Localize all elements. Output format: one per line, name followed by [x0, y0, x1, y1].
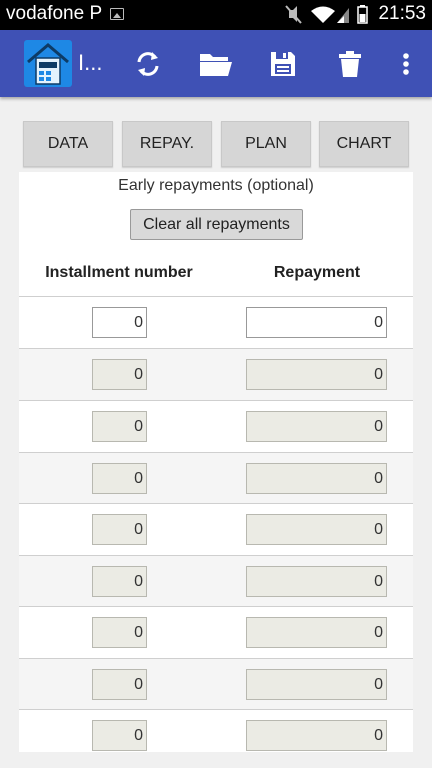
installment-input: 0	[92, 720, 147, 751]
installment-input: 0	[92, 359, 147, 390]
repayment-input: 0	[246, 411, 387, 442]
app-title: I...	[78, 50, 103, 75]
installment-input: 0	[92, 463, 147, 494]
table-row: 0 0	[19, 658, 413, 710]
mute-icon	[285, 5, 302, 24]
repayment-input: 0	[246, 617, 387, 648]
more-options-button[interactable]	[386, 44, 426, 84]
installment-input[interactable]: 0	[92, 307, 147, 338]
delete-button[interactable]	[330, 44, 370, 84]
repayment-input: 0	[246, 669, 387, 700]
repayment-header: Repayment	[273, 264, 361, 281]
installment-input: 0	[92, 669, 147, 700]
installment-input: 0	[92, 617, 147, 648]
tab-chart[interactable]: CHART	[319, 121, 409, 167]
save-button[interactable]	[263, 44, 303, 84]
tab-data[interactable]: DATA	[23, 121, 113, 167]
table-row: 0 0	[19, 400, 413, 452]
clear-all-repayments-button[interactable]: Clear all repayments	[130, 209, 303, 240]
clock: 21:53	[378, 3, 426, 24]
refresh-button[interactable]	[128, 44, 168, 84]
trash-icon	[339, 51, 361, 77]
table-row: 0 0	[19, 709, 413, 752]
open-folder-button[interactable]	[196, 44, 236, 84]
more-vert-icon	[403, 53, 409, 75]
image-notification-icon	[110, 8, 124, 20]
tab-plan[interactable]: PLAN	[221, 121, 311, 167]
table-row: 0 0	[19, 555, 413, 607]
status-icons	[285, 5, 368, 24]
installment-number-header: Installment number	[45, 264, 193, 281]
installment-input: 0	[92, 514, 147, 545]
folder-open-icon	[200, 54, 232, 76]
save-icon	[271, 52, 295, 76]
repayment-input: 0	[246, 566, 387, 597]
table-row: 0 0	[19, 452, 413, 504]
table-row: 0 0	[19, 503, 413, 555]
carrier-name: vodafone P	[6, 3, 103, 24]
repayment-input[interactable]: 0	[246, 307, 387, 338]
repayment-input: 0	[246, 359, 387, 390]
app-bar: I...	[0, 30, 432, 97]
repayment-input: 0	[246, 514, 387, 545]
installment-input: 0	[92, 411, 147, 442]
repayments-subtitle: Early repayments (optional)	[118, 177, 314, 194]
app-logo-icon[interactable]	[24, 40, 72, 87]
table-row: 0 0	[19, 348, 413, 400]
table-row: 0 0	[19, 606, 413, 658]
installment-input: 0	[92, 566, 147, 597]
tab-bar: DATA REPAY. PLAN CHART	[0, 121, 432, 169]
wifi-icon	[311, 6, 335, 23]
repayment-input: 0	[246, 463, 387, 494]
status-bar: vodafone P 21:53	[0, 0, 432, 30]
tab-repayments[interactable]: REPAY.	[122, 121, 212, 167]
signal-icon	[337, 8, 349, 23]
repayment-input: 0	[246, 720, 387, 751]
battery-icon	[357, 5, 368, 24]
repayments-panel: Early repayments (optional) Clear all re…	[19, 172, 413, 752]
table-row: 0 0	[19, 296, 413, 348]
refresh-icon	[137, 52, 159, 76]
